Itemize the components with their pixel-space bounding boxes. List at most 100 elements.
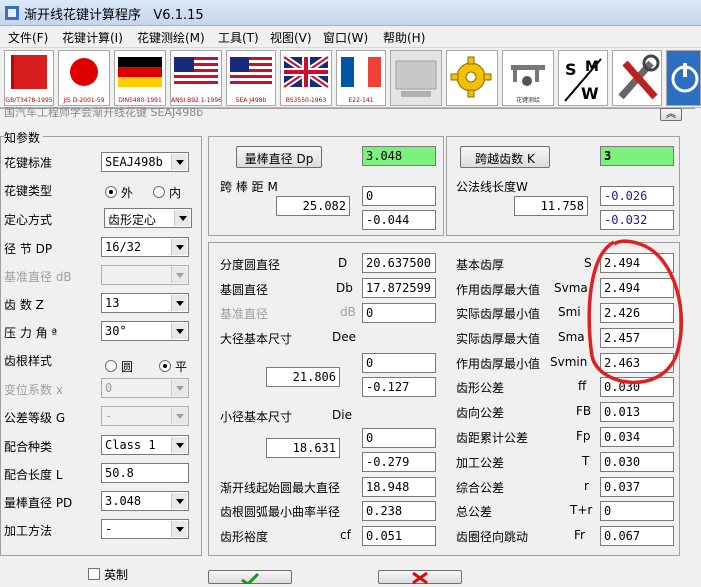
usa-flag-icon (174, 57, 218, 87)
fb-symbol: FB (576, 404, 592, 418)
major-lower-dev: -0.127 (362, 377, 436, 397)
angle-label: 压 力 角 ª (4, 326, 58, 340)
blank-icon (395, 60, 437, 97)
blank-tool-button[interactable] (390, 50, 442, 106)
svg-text:M: M (585, 59, 599, 75)
method-label: 加工方法 (4, 524, 53, 538)
pitchdia-label: 分度圆直径 (220, 258, 281, 272)
sea-j498b-button[interactable]: SEA J498b (226, 50, 276, 106)
angle-select[interactable]: 30° (101, 321, 189, 341)
bs3550-1963-button[interactable]: BS3550-1963 (280, 50, 332, 106)
effmax-label: 作用齿厚最大值 (456, 283, 541, 297)
menu-window[interactable]: 窗口(W) (323, 29, 368, 46)
fit-select[interactable]: Class 1 (101, 435, 189, 455)
span-teeth-button[interactable]: 跨越齿数 K (460, 146, 550, 168)
center-value: 齿形定心 (108, 213, 157, 227)
jis-d2001-59-button[interactable]: JIS D-2001-59 (58, 50, 110, 106)
root-flat-radio[interactable] (159, 360, 171, 372)
ok-button[interactable] (208, 570, 292, 586)
rod-select[interactable]: 3.048 (101, 491, 189, 511)
menu-file[interactable]: 文件(F) (8, 29, 48, 46)
gear-tool-button[interactable] (446, 50, 498, 106)
ansi-b92-1-button[interactable]: ANSI B92.1-1996 (170, 50, 222, 106)
involute-value: 18.948 (362, 477, 436, 497)
pitchdia-symbol: D (338, 256, 348, 270)
chevron-down-icon (171, 295, 187, 311)
center-select[interactable]: 齿形定心 (104, 208, 192, 228)
type-internal-radio[interactable] (153, 186, 165, 198)
center-label: 定心方式 (4, 213, 53, 227)
menu-tools[interactable]: 工具(T) (218, 29, 259, 46)
tools-icon (618, 54, 660, 100)
standard-select[interactable]: SEAJ498b (101, 152, 189, 172)
power-button[interactable] (666, 50, 701, 106)
root-label: 齿根样式 (4, 354, 53, 368)
method-select[interactable]: - (101, 519, 189, 539)
minor-upper-dev: 0 (362, 428, 436, 448)
type-internal-label: 内 (169, 186, 182, 200)
t-symbol: T (582, 454, 590, 468)
params-group-title: 知参数 (4, 129, 44, 146)
gb-t3478-1995-button[interactable]: GB/T3478-1995 (4, 50, 54, 106)
distance-label: 跨 棒 距 M (220, 180, 278, 194)
wlength-lower-dev: -0.032 (600, 210, 674, 230)
basedia-label: 基准直径 dB (4, 270, 72, 284)
e22-141-button[interactable]: E22-141 (336, 50, 386, 106)
chevron-down-icon (174, 210, 190, 226)
menu-spline-measure[interactable]: 花键测绘(M) (137, 29, 205, 46)
r-value: 0.037 (600, 477, 674, 497)
menu-view[interactable]: 视图(V) (270, 29, 312, 46)
length-input[interactable]: 50.8 (101, 463, 189, 483)
menu-spline-calc[interactable]: 花键计算(I) (62, 29, 123, 46)
root-round-radio[interactable] (105, 360, 117, 372)
shift-value: 0 (105, 381, 113, 395)
china-flag-icon (11, 55, 47, 89)
fit-value: Class 1 (105, 438, 156, 452)
metric-checkbox[interactable] (88, 568, 100, 580)
check-icon (241, 572, 260, 586)
chevron-down-icon (171, 437, 187, 453)
pitchdia-value: 20.637500 (362, 253, 436, 273)
chevron-down-icon (171, 493, 187, 509)
tools-button[interactable] (612, 50, 662, 106)
rod-diameter-button[interactable]: 量棒直径 Dp (236, 146, 322, 168)
close-icon (412, 571, 428, 585)
fp-label: 齿距累计公差 (456, 431, 529, 445)
fillet-label: 齿根圆弧最小曲率半径 (220, 505, 341, 519)
japan-flag-icon (62, 55, 106, 89)
cancel-button[interactable] (378, 570, 462, 585)
type-label: 花键类型 (4, 184, 53, 198)
sm-tool-button[interactable]: SMW (558, 50, 608, 106)
measure-tool-button[interactable]: 花键测绘 (502, 50, 554, 106)
type-external-radio[interactable] (105, 186, 117, 198)
basecircle-symbol: Db (336, 281, 353, 295)
chevron-down-icon (171, 267, 187, 283)
fb-value: 0.013 (600, 402, 674, 422)
basedia-select (101, 265, 189, 285)
teeth-value: 13 (105, 296, 120, 310)
refdia-value: 0 (362, 303, 436, 323)
teeth-select[interactable]: 13 (101, 293, 189, 313)
pitch-select[interactable]: 16/32 (101, 237, 189, 257)
toolbar-label: BS3550-1963 (285, 97, 327, 104)
distance-upper-dev: 0 (362, 186, 436, 206)
distance-lower-dev: -0.044 (362, 210, 436, 230)
collapse-button[interactable]: ︽ (660, 108, 682, 121)
chevron-up-icon: ︽ (666, 109, 676, 120)
menu-help[interactable]: 帮助(H) (383, 29, 425, 46)
ff-label: 齿形公差 (456, 381, 505, 395)
toolbar-label: SEA J498b (235, 97, 267, 104)
toolbar-label: E22-141 (348, 97, 374, 104)
distance-value: 25.082 (276, 196, 350, 216)
actmax-label: 实际齿厚最大值 (456, 332, 541, 346)
din5480-1991-button[interactable]: DIN5480-1991 (114, 50, 166, 106)
major-symbol: Dee (332, 330, 357, 344)
basecircle-value: 17.872599 (362, 278, 436, 298)
chevron-down-icon (171, 521, 187, 537)
fr-label: 齿圈径向跳动 (456, 530, 529, 544)
minor-symbol: Die (332, 408, 352, 422)
chevron-down-icon (171, 380, 187, 396)
root-round-label: 圆 (121, 360, 134, 374)
rod-value: 3.048 (105, 494, 142, 508)
metric-label: 英制 (104, 568, 129, 582)
